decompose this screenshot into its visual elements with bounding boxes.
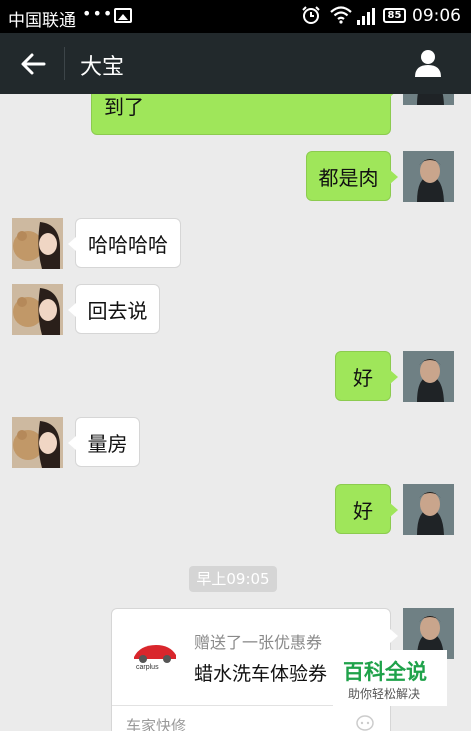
header-divider — [64, 47, 65, 80]
message-bubble-sent[interactable]: 好 — [335, 351, 398, 401]
message-text: 到了 — [104, 95, 144, 119]
message-list[interactable]: 到了 都是肉 哈哈哈哈 回去说 好 量房 好 早上09:05 carplus 赠… — [0, 94, 471, 731]
clock: 09:06 — [412, 6, 461, 26]
message-text: 好 — [353, 365, 373, 390]
watermark-title: 百科全说 — [343, 660, 427, 684]
my-avatar[interactable] — [403, 151, 454, 202]
message-text: 量房 — [87, 431, 128, 456]
my-avatar[interactable] — [403, 484, 454, 535]
svg-text:carplus: carplus — [136, 664, 159, 671]
chat-title: 大宝 — [80, 55, 125, 80]
my-avatar[interactable] — [403, 351, 454, 402]
my-avatar[interactable] — [403, 94, 454, 105]
signal-icon — [357, 8, 375, 25]
contact-avatar[interactable] — [12, 284, 63, 335]
message-bubble-received[interactable]: 回去说 — [68, 284, 160, 334]
contact-profile-icon[interactable] — [413, 48, 443, 78]
message-bubble-sent[interactable]: 都是肉 — [306, 151, 398, 201]
watermark-subtitle: 助你轻松解决 — [348, 687, 421, 701]
coupon-source: 车家快修 — [126, 717, 187, 731]
chat-header: 大宝 — [0, 33, 471, 94]
back-arrow-icon[interactable] — [18, 49, 48, 79]
carrier-name: 中国联通 — [8, 11, 76, 31]
carplus-logo: carplus — [134, 645, 176, 671]
coupon-subtitle: 赠送了一张优惠券 — [194, 633, 323, 652]
status-bar: 中国联通 ••• 85 09:06 — [0, 0, 471, 33]
watermark-badge: 百科全说 助你轻松解决 — [333, 650, 447, 706]
message-bubble-received[interactable]: 哈哈哈哈 — [68, 218, 181, 268]
alarm-icon — [302, 6, 320, 24]
contact-avatar[interactable] — [12, 417, 63, 468]
miniapp-icon — [356, 715, 374, 731]
timestamp-chip: 早上09:05 — [189, 566, 277, 592]
coupon-title: 蜡水洗车体验券 — [194, 663, 328, 685]
notification-dots: ••• — [82, 4, 114, 23]
message-text: 都是肉 — [318, 165, 379, 190]
message-text: 哈哈哈哈 — [88, 232, 168, 257]
message-bubble-sent[interactable]: 好 — [335, 484, 398, 534]
wifi-icon — [330, 6, 352, 24]
message-bubble-sent[interactable]: 到了 — [91, 94, 398, 135]
message-text: 回去说 — [87, 298, 148, 323]
contact-avatar[interactable] — [12, 218, 63, 269]
battery-icon: 85 — [383, 8, 406, 23]
image-notification-icon — [114, 8, 132, 23]
message-bubble-received[interactable]: 量房 — [68, 417, 140, 467]
message-text: 好 — [353, 498, 373, 523]
